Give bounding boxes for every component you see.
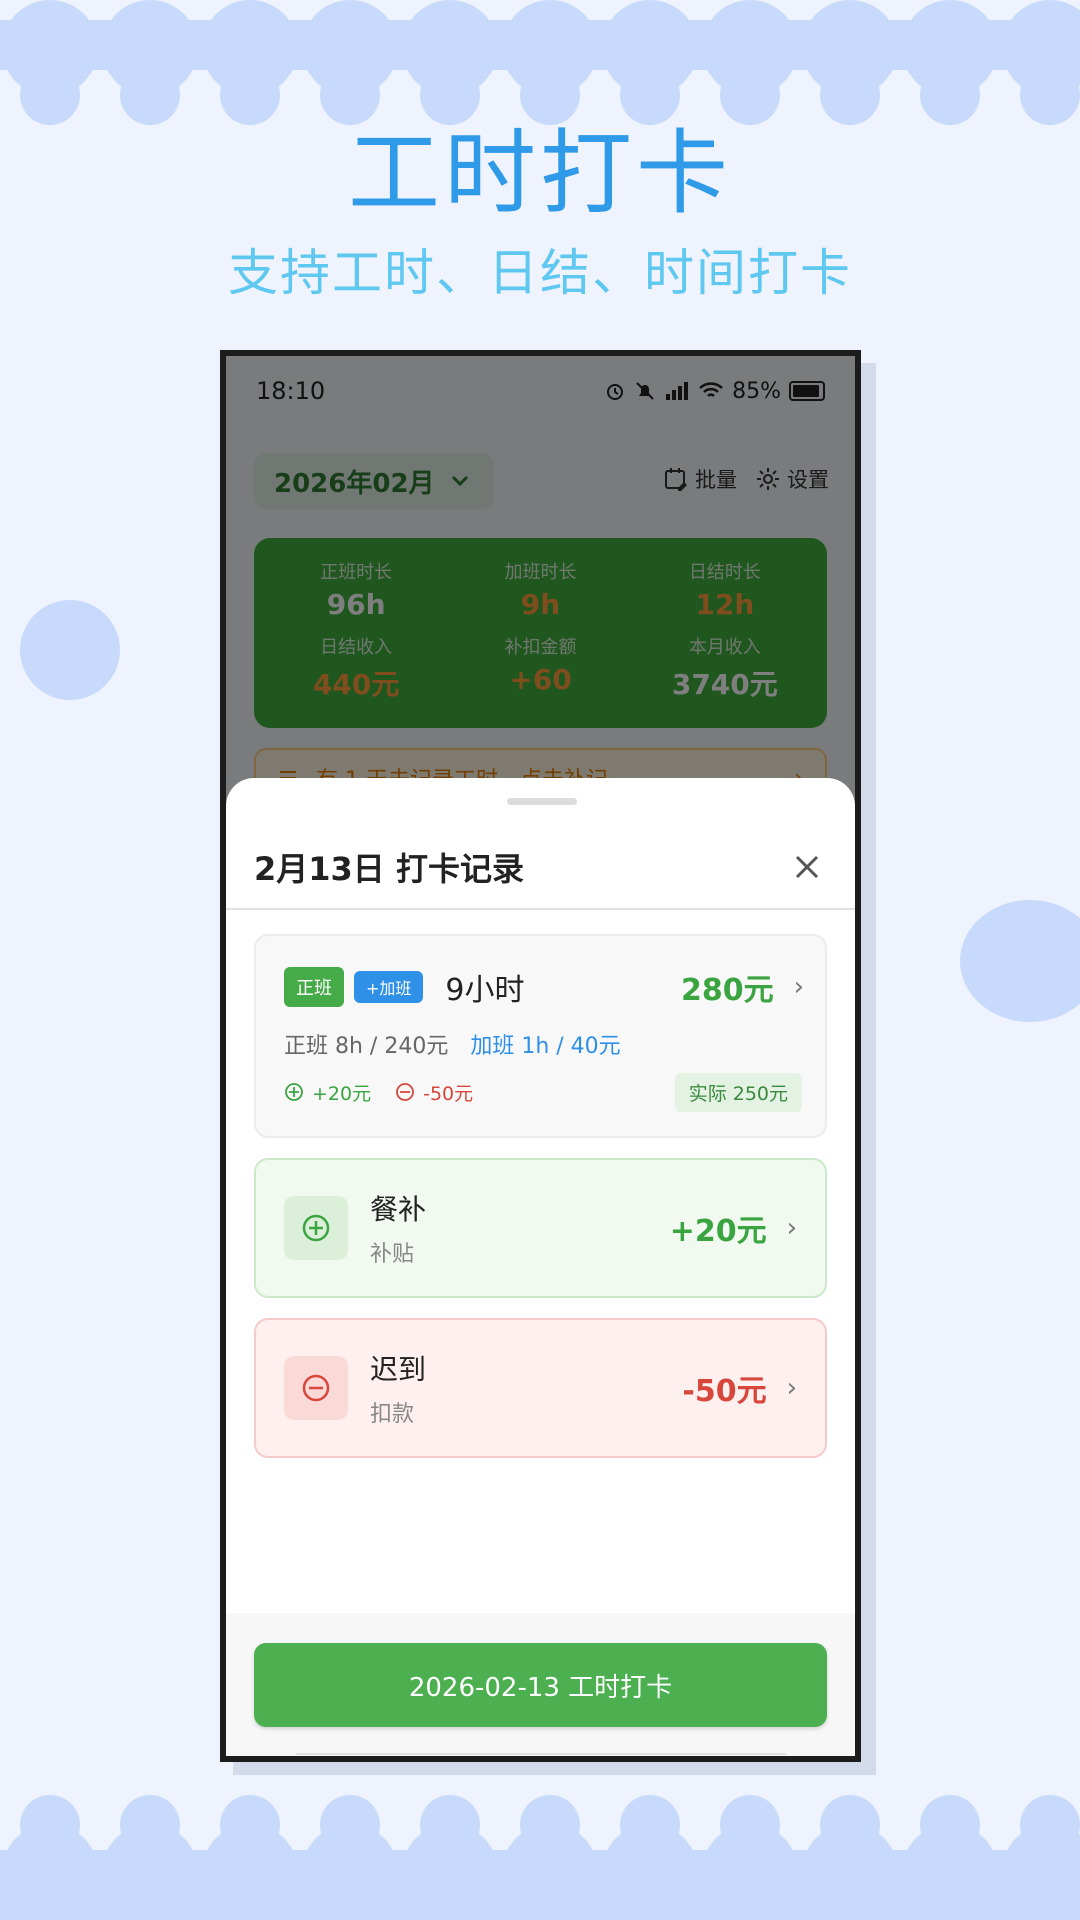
deduction-amount: -50元 — [682, 1374, 767, 1409]
overtime-tag: +加班 — [354, 971, 424, 1003]
footer-divider — [296, 1753, 786, 1756]
close-icon — [795, 855, 819, 879]
deduction-item[interactable]: 迟到 扣款 -50元 › — [254, 1318, 827, 1458]
overtime-detail: 加班 1h / 40元 — [470, 1034, 621, 1059]
record-amount: 280元 — [680, 973, 774, 1008]
plus-amount: +20元 — [312, 1082, 372, 1105]
minus-amount: -50元 — [423, 1082, 474, 1105]
plus-circle-icon — [285, 1083, 303, 1101]
drag-handle[interactable] — [507, 798, 577, 805]
regular-tag: 正班 — [284, 967, 344, 1007]
chevron-right-icon: › — [793, 972, 804, 1002]
sheet-title: 2月13日 打卡记录 — [254, 850, 524, 888]
promo-title: 工时打卡 — [347, 120, 732, 227]
plus-adjustment: +20元 — [284, 1079, 371, 1106]
close-button[interactable] — [787, 847, 827, 887]
record-detail-row: 正班 8h / 240元 加班 1h / 40元 — [284, 1028, 621, 1060]
deduction-subtitle: 扣款 — [370, 1402, 415, 1427]
allowance-amount: +20元 — [669, 1214, 767, 1249]
allowance-item[interactable]: 餐补 补贴 +20元 › — [254, 1158, 827, 1298]
allowance-subtitle: 补贴 — [370, 1242, 415, 1267]
app-screen: 18:10 85% 2026年02月 批量 设置 — [226, 356, 855, 1756]
sheet-header: 2月13日 打卡记录 — [226, 826, 855, 910]
decorative-cloud-top — [0, 0, 1080, 125]
chevron-right-icon: › — [786, 1213, 797, 1243]
deduction-icon-box — [284, 1356, 348, 1420]
sheet-body: 正班 +加班 9小时 280元 › 正班 8h / 240元 加班 1h / 4… — [226, 912, 855, 1612]
decorative-circle-left — [20, 600, 120, 700]
minus-circle-icon — [396, 1083, 415, 1101]
work-record-card[interactable]: 正班 +加班 9小时 280元 › 正班 8h / 240元 加班 1h / 4… — [254, 934, 827, 1138]
plus-circle-icon — [302, 1214, 330, 1242]
record-hours: 9小时 — [445, 973, 525, 1008]
decorative-circle-right — [960, 900, 1080, 1022]
allowance-title: 餐补 — [370, 1193, 427, 1226]
record-summary-row: 正班 +加班 9小时 280元 › — [284, 966, 804, 1008]
punch-in-button[interactable]: 2026-02-13 工时打卡 — [254, 1643, 827, 1727]
minus-circle-icon — [302, 1374, 330, 1402]
deduction-text: 迟到 扣款 — [370, 1348, 682, 1428]
punch-record-sheet: 2月13日 打卡记录 正班 +加班 9小时 280元 › 正班 8h / 240… — [226, 778, 855, 1756]
regular-detail: 正班 8h / 240元 — [284, 1034, 449, 1059]
decorative-cloud-bottom — [0, 1795, 1080, 1920]
phone-frame: 18:10 85% 2026年02月 批量 设置 — [220, 350, 861, 1762]
chevron-right-icon: › — [786, 1373, 797, 1403]
promo-subtitle: 支持工时、日结、时间打卡 — [228, 244, 852, 302]
sheet-footer: 2026-02-13 工时打卡 — [226, 1613, 855, 1756]
minus-adjustment: -50元 — [395, 1079, 473, 1106]
deduction-title: 迟到 — [370, 1353, 427, 1386]
allowance-icon-box — [284, 1196, 348, 1260]
record-adjust-row: +20元 -50元 实际 250元 — [284, 1072, 802, 1112]
allowance-text: 餐补 补贴 — [370, 1188, 670, 1268]
actual-amount-badge: 实际 250元 — [674, 1072, 802, 1112]
